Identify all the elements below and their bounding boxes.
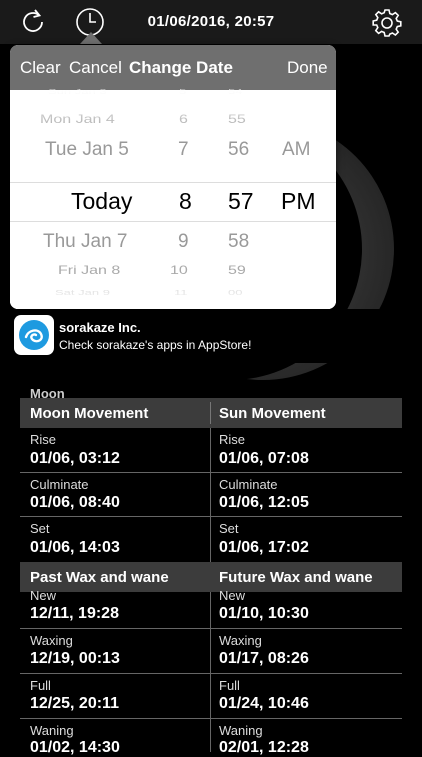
date-picker[interactable]: Sun Jan 3 5 54 Mon Jan 4 6 55 Tue Jan 5 … [10,88,336,309]
picker-minute-selected: 57 [228,188,254,214]
past-waxing-value: 12/19, 00:13 [30,650,120,667]
picker-day-item: Fri Jan 8 [58,264,121,277]
current-datetime[interactable]: 01/06/2016, 20:57 [0,13,422,30]
picker-day-item: Sun Jan 3 [48,87,107,96]
picker-ampm-item: AM [282,139,311,160]
future-wax-wane-header: Future Wax and wane [219,569,373,586]
picker-row: Fri Jan 8 10 59 [10,258,336,284]
picker-hour-item: 10 [170,264,188,277]
picker-day-item: Sat Jan 9 [55,288,110,297]
picker-day-item: Mon Jan 4 [40,113,115,126]
ad-title: sorakaze Inc. [59,320,141,335]
sorakaze-app-icon [14,315,54,355]
row-label: Rise [219,432,246,447]
picker-minute-item: 00 [228,288,243,297]
change-date-popover: Clear Cancel Change Date Done Sun Jan 3 … [10,45,336,309]
row-label: Set [219,521,239,536]
picker-hour-item: 5 [179,87,187,96]
row-label: New [219,588,246,603]
popover-caret [80,32,102,44]
header-divider [210,402,211,424]
moon-culminate-value: 01/06, 08:40 [30,494,120,511]
picker-minute-item: 55 [228,113,246,126]
past-wax-wane-header: Past Wax and wane [30,569,169,586]
picker-day-selected: Today [71,188,133,214]
picker-hour-item: 6 [179,113,188,126]
past-waning-value: 01/02, 14:30 [30,739,120,756]
picker-row: Sat Jan 9 11 00 [10,284,336,303]
picker-row: Sun Jan 3 5 54 [10,83,336,102]
clear-button[interactable]: Clear [20,58,61,78]
gear-icon[interactable] [371,7,403,44]
ad-banner[interactable]: sorakaze Inc. Check sorakaze's apps in A… [0,309,422,363]
picker-minute-item: 58 [228,231,250,252]
picker-hour-item: 11 [174,288,188,297]
row-label: Set [30,521,50,536]
section-label: Moon [30,386,65,398]
picker-row-selected: Today 8 57 PM [10,184,336,218]
row-label: Full [219,678,240,693]
picker-minute-item: 59 [228,264,246,277]
row-label: Waxing [219,633,262,648]
picker-day-item: Tue Jan 5 [45,139,129,160]
past-new-value: 12/11, 19:28 [30,605,119,622]
row-divider [20,628,402,629]
column-divider [210,428,211,562]
picker-row: Tue Jan 5 7 56 AM [10,133,336,167]
sun-movement-header: Sun Movement [219,405,326,422]
future-full-value: 01/24, 10:46 [219,695,309,712]
picker-minute-item: 56 [228,139,250,160]
sun-culminate-value: 01/06, 12:05 [219,494,309,511]
row-divider [20,472,402,473]
row-label: Waning [219,723,263,738]
moon-set-value: 01/06, 14:03 [30,539,120,556]
done-button[interactable]: Done [287,58,328,78]
row-divider [20,516,402,517]
row-divider [20,718,402,719]
column-divider [210,592,211,752]
phases-header-row: Past Wax and wane Future Wax and wane [20,562,402,592]
picker-minute-item: 54 [228,87,243,96]
row-divider [20,673,402,674]
cancel-button[interactable]: Cancel [69,58,122,78]
picker-ampm-selected: PM [281,188,316,214]
sun-set-value: 01/06, 17:02 [219,539,309,556]
future-waning-value: 02/01, 12:28 [219,739,309,756]
top-bar: 01/06/2016, 20:57 [0,0,422,44]
picker-row: Mon Jan 4 6 55 [10,107,336,133]
row-label: Waning [30,723,74,738]
moon-rise-value: 01/06, 03:12 [30,450,120,467]
row-label: Culminate [30,477,89,492]
row-label: Rise [30,432,57,447]
row-label: Waxing [30,633,73,648]
row-label: Full [30,678,51,693]
picker-row: Thu Jan 7 9 58 [10,225,336,259]
moon-movement-header: Moon Movement [30,405,149,422]
movement-header-row: Moon Movement Sun Movement [20,398,402,428]
past-full-value: 12/25, 20:11 [30,695,119,712]
future-waxing-value: 01/17, 08:26 [219,650,309,667]
ad-subtitle: Check sorakaze's apps in AppStore! [59,338,252,352]
picker-hour-item: 7 [178,139,189,160]
future-new-value: 01/10, 10:30 [219,605,309,622]
picker-hour-item: 9 [178,231,189,252]
row-label: Culminate [219,477,278,492]
sun-rise-value: 01/06, 07:08 [219,450,309,467]
picker-day-item: Thu Jan 7 [43,231,128,252]
row-label: New [30,588,57,603]
popover-title: Change Date [129,58,233,77]
picker-hour-selected: 8 [179,188,192,214]
